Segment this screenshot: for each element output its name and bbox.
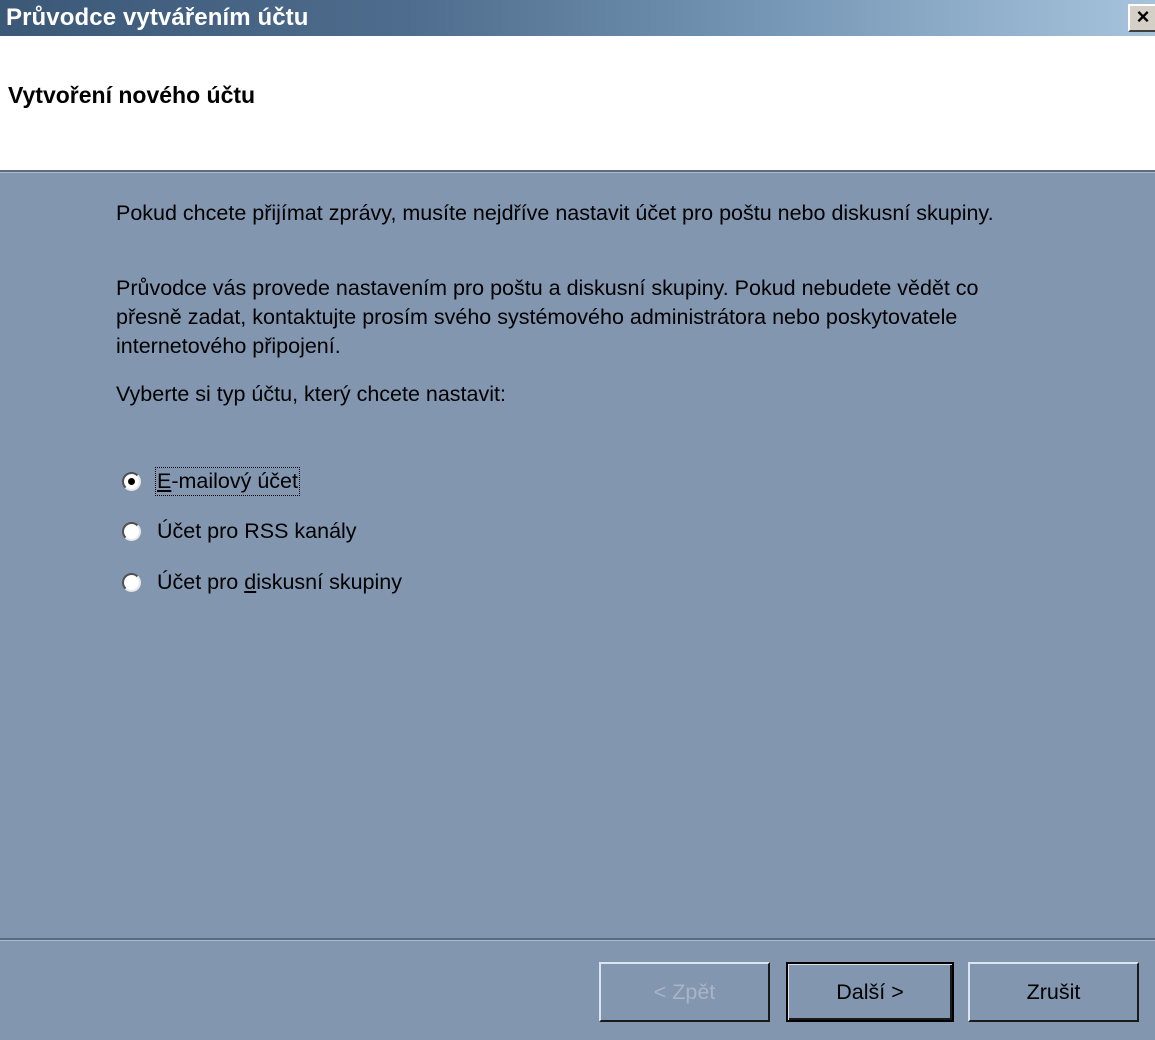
window-title: Průvodce vytvářením účtu [6, 4, 309, 31]
page-title: Vytvoření nového účtu [8, 82, 256, 108]
radio-option-newsgroups[interactable]: Účet pro diskusní skupiny [122, 566, 402, 598]
radio-button-newsgroups[interactable] [122, 572, 141, 592]
footer-divider [0, 938, 1155, 941]
radio-option-rss[interactable]: Účet pro RSS kanály [122, 515, 357, 547]
wizard-header: Vytvoření nového účtu [0, 36, 1155, 170]
back-button[interactable]: < Zpět [599, 962, 770, 1022]
radio-label-newsgroups[interactable]: Účet pro diskusní skupiny [157, 570, 402, 595]
radio-button-rss[interactable] [122, 521, 141, 541]
close-button[interactable]: × [1128, 4, 1155, 32]
radio-label-rss[interactable]: Účet pro RSS kanály [157, 519, 357, 544]
title-bar[interactable]: Průvodce vytvářením účtu × [0, 0, 1155, 36]
help-paragraph: Průvodce vás provede nastavením pro pošt… [116, 276, 979, 358]
cancel-button[interactable]: Zrušit [968, 962, 1139, 1022]
account-wizard-window: Průvodce vytvářením účtu × Vytvoření nov… [0, 0, 1155, 1040]
intro-paragraph: Pokud chcete přijímat zprávy, musíte nej… [116, 201, 994, 225]
next-button[interactable]: Další > [786, 962, 954, 1022]
radio-button-email[interactable] [122, 471, 141, 491]
radio-label-email[interactable]: E-mailový účet [155, 466, 300, 496]
radio-option-email[interactable]: E-mailový účet [122, 465, 300, 497]
close-icon: × [1136, 4, 1150, 29]
choose-prompt: Vyberte si typ účtu, který chcete nastav… [116, 382, 506, 406]
header-divider [0, 170, 1155, 173]
